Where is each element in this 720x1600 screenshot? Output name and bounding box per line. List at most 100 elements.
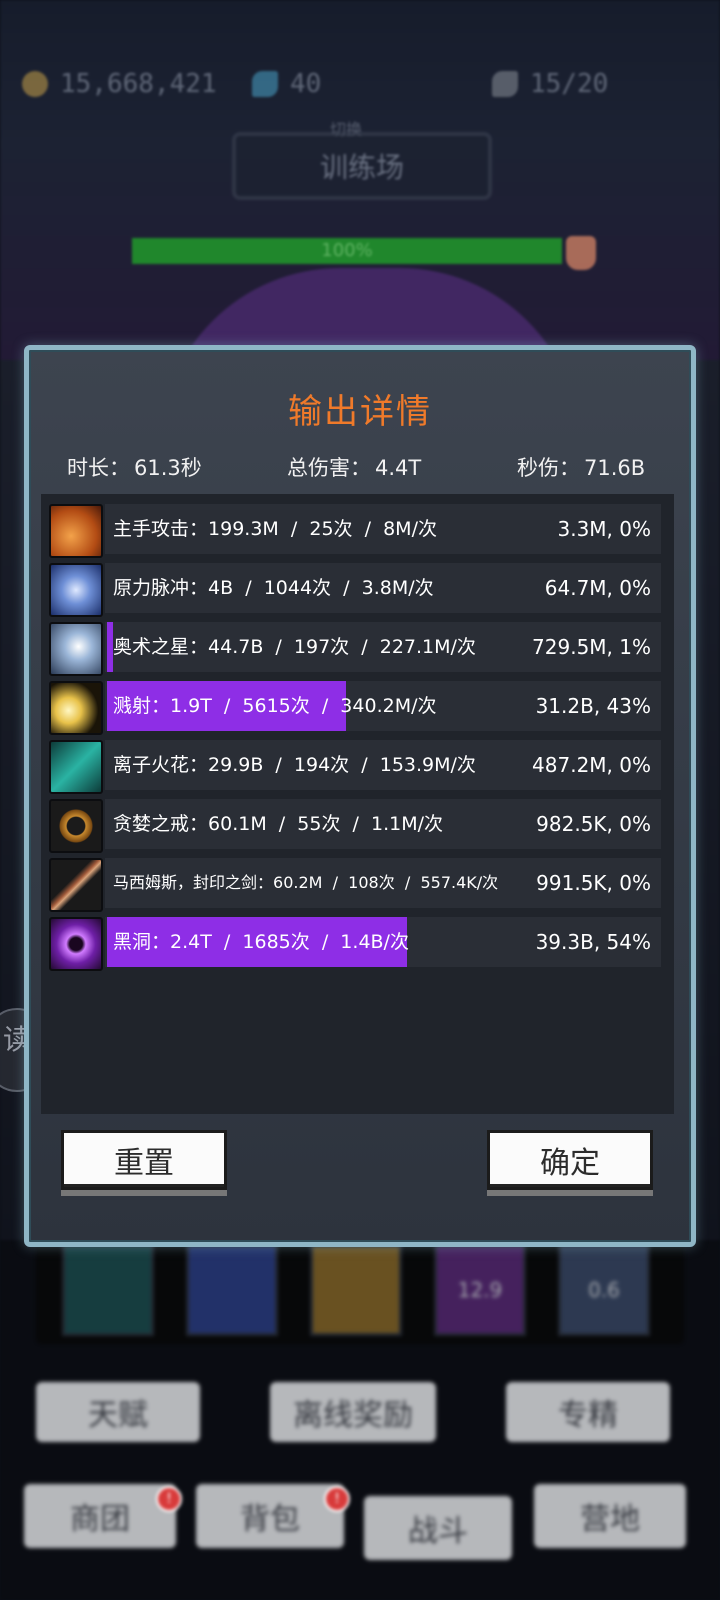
stamina-amount: 15/20	[530, 69, 609, 99]
damage-row: 原力脉冲：4B / 1044次 / 3.8M/次 64.7M, 0%	[49, 563, 661, 617]
stamina-icon	[492, 71, 518, 97]
skill-slot-4[interactable]: 12.9	[434, 1244, 526, 1336]
dialog-title: 输出详情	[288, 392, 432, 432]
dps-value: 71.6B	[584, 456, 646, 480]
skill-name: 马西姆斯，封印之剑：	[113, 873, 274, 892]
arcane-star-icon	[49, 622, 103, 676]
talent-button[interactable]: 天赋	[36, 1382, 200, 1442]
nav-guild[interactable]: 商团	[24, 1484, 176, 1548]
damage-row: 奥术之星：44.7B / 197次 / 227.1M/次 729.5M, 1%	[49, 622, 661, 676]
skill-slot-3[interactable]	[310, 1244, 402, 1336]
boss-skull-icon	[566, 236, 596, 270]
specialize-button[interactable]: 专精	[506, 1382, 670, 1442]
skill-dps-share: 982.5K, 0%	[536, 812, 651, 836]
skill-dps-share: 3.3M, 0%	[557, 517, 651, 541]
skill-stats: 199.3M / 25次 / 8M/次	[208, 518, 437, 540]
damage-row: 溅射：1.9T / 5615次 / 340.2M/次 31.2B, 43%	[49, 681, 661, 735]
skill-name: 主手攻击：	[113, 518, 209, 540]
nav-bag[interactable]: 背包	[196, 1484, 344, 1548]
sealed-sword-icon	[49, 858, 103, 912]
damage-row: 贪婪之戒：60.1M / 55次 / 1.1M/次 982.5K, 0%	[49, 799, 661, 853]
resource-bar: 15,668,421 40 15/20	[0, 64, 720, 104]
stage-name-box[interactable]: 训练场	[232, 132, 492, 200]
skill-stats: 60.1M / 55次 / 1.1M/次	[208, 813, 444, 835]
damage-row-stats: 主手攻击：199.3M / 25次 / 8M/次	[113, 504, 437, 554]
nav-bag-label: 背包	[240, 1502, 300, 1537]
offline-reward-button[interactable]: 离线奖励	[270, 1382, 436, 1442]
skill-slot-4-timer: 12.9	[457, 1278, 503, 1302]
sword-slash-icon	[49, 504, 103, 558]
reset-label: 重置	[114, 1146, 174, 1181]
stage-name: 训练场	[319, 151, 404, 184]
damage-row-stats: 贪婪之戒：60.1M / 55次 / 1.1M/次	[113, 799, 443, 849]
nav-battle-label: 战斗	[408, 1514, 468, 1549]
skill-name: 离子火花：	[113, 754, 209, 776]
skill-stats: 29.9B / 194次 / 153.9M/次	[208, 754, 476, 776]
boss-hp-text: 100%	[321, 240, 373, 261]
nav-guild-label: 商团	[70, 1502, 130, 1537]
splash-burst-icon	[49, 681, 103, 735]
damage-row-stats: 原力脉冲：4B / 1044次 / 3.8M/次	[113, 563, 434, 613]
duration-value: 61.3秒	[134, 456, 202, 480]
damage-breakdown-list: 主手攻击：199.3M / 25次 / 8M/次 3.3M, 0% 原力脉冲：4B …	[41, 494, 674, 1114]
damage-row-stats: 黑洞：2.4T / 1685次 / 1.4B/次	[113, 917, 409, 967]
gold-amount: 15,668,421	[60, 69, 217, 99]
dps-label: 秒伤：	[517, 456, 580, 480]
gem-amount: 40	[290, 69, 322, 99]
damage-row-stats: 马西姆斯，封印之剑：60.2M / 108次 / 557.4K/次	[113, 858, 498, 908]
skill-slot-5[interactable]: 0.6	[558, 1244, 650, 1336]
skill-stats: 44.7B / 197次 / 227.1M/次	[208, 636, 476, 658]
stamina-resource: 15/20	[492, 64, 608, 104]
skill-stats: 4B / 1044次 / 3.8M/次	[208, 577, 434, 599]
nav-battle[interactable]: 战斗	[364, 1496, 512, 1560]
confirm-button[interactable]: 确定	[487, 1130, 653, 1190]
skill-stats: 1.9T / 5615次 / 340.2M/次	[170, 695, 437, 717]
duration-summary: 时长： 61.3秒	[67, 452, 202, 484]
skill-dps-share: 64.7M, 0%	[544, 576, 651, 600]
total-damage-summary: 总伤害： 4.4T	[287, 452, 421, 484]
total-damage-value: 4.4T	[375, 456, 422, 480]
duration-label: 时长：	[67, 456, 130, 480]
total-damage-label: 总伤害：	[287, 456, 371, 480]
skill-dps-share: 31.2B, 43%	[535, 694, 651, 718]
confirm-label: 确定	[540, 1146, 600, 1181]
damage-row: 马西姆斯，封印之剑：60.2M / 108次 / 557.4K/次 991.5K,…	[49, 858, 661, 912]
damage-row: 黑洞：2.4T / 1685次 / 1.4B/次 39.3B, 54%	[49, 917, 661, 971]
specialize-label: 专精	[558, 1398, 618, 1433]
skill-slot-1[interactable]	[62, 1244, 154, 1336]
skill-dps-share: 487.2M, 0%	[532, 753, 651, 777]
damage-details-dialog: 输出详情 时长： 61.3秒 总伤害： 4.4T 秒伤： 71.6B 主手攻击：199…	[24, 345, 696, 1247]
talent-label: 天赋	[88, 1398, 148, 1433]
skill-dps-share: 991.5K, 0%	[536, 871, 651, 895]
bottom-nav: 商团 背包 战斗 营地	[0, 1484, 720, 1560]
reset-button[interactable]: 重置	[61, 1130, 227, 1190]
skill-slot-5-timer: 0.6	[588, 1278, 620, 1302]
skill-name: 奥术之星：	[113, 636, 209, 658]
offline-reward-label: 离线奖励	[293, 1398, 413, 1433]
damage-row: 离子火花：29.9B / 194次 / 153.9M/次 487.2M, 0%	[49, 740, 661, 794]
damage-row-stats: 离子火花：29.9B / 194次 / 153.9M/次	[113, 740, 476, 790]
skill-dps-share: 729.5M, 1%	[532, 635, 651, 659]
skill-name: 贪婪之戒：	[113, 813, 209, 835]
skill-dps-share: 39.3B, 54%	[535, 930, 651, 954]
skill-slot-2[interactable]	[186, 1244, 278, 1336]
ion-spark-icon	[49, 740, 103, 794]
force-pulse-icon	[49, 563, 103, 617]
bag-notification-badge: !	[324, 1486, 350, 1512]
damage-row-stats: 奥术之星：44.7B / 197次 / 227.1M/次	[113, 622, 476, 672]
guild-notification-badge: !	[156, 1486, 182, 1512]
gem-icon	[252, 71, 278, 97]
dps-summary: 秒伤： 71.6B	[517, 452, 645, 484]
skill-name: 黑洞：	[113, 931, 171, 953]
gold-resource: 15,668,421	[22, 64, 217, 104]
skill-name: 原力脉冲：	[113, 577, 209, 599]
gold-coin-icon	[22, 71, 48, 97]
nav-camp[interactable]: 营地	[534, 1484, 686, 1548]
damage-row-stats: 溅射：1.9T / 5615次 / 340.2M/次	[113, 681, 437, 731]
skill-stats: 60.2M / 108次 / 557.4K/次	[273, 873, 499, 892]
greed-ring-icon	[49, 799, 103, 853]
damage-row: 主手攻击：199.3M / 25次 / 8M/次 3.3M, 0%	[49, 504, 661, 558]
nav-camp-label: 营地	[580, 1502, 640, 1537]
gem-resource: 40	[252, 64, 321, 104]
skill-stats: 2.4T / 1685次 / 1.4B/次	[170, 931, 409, 953]
